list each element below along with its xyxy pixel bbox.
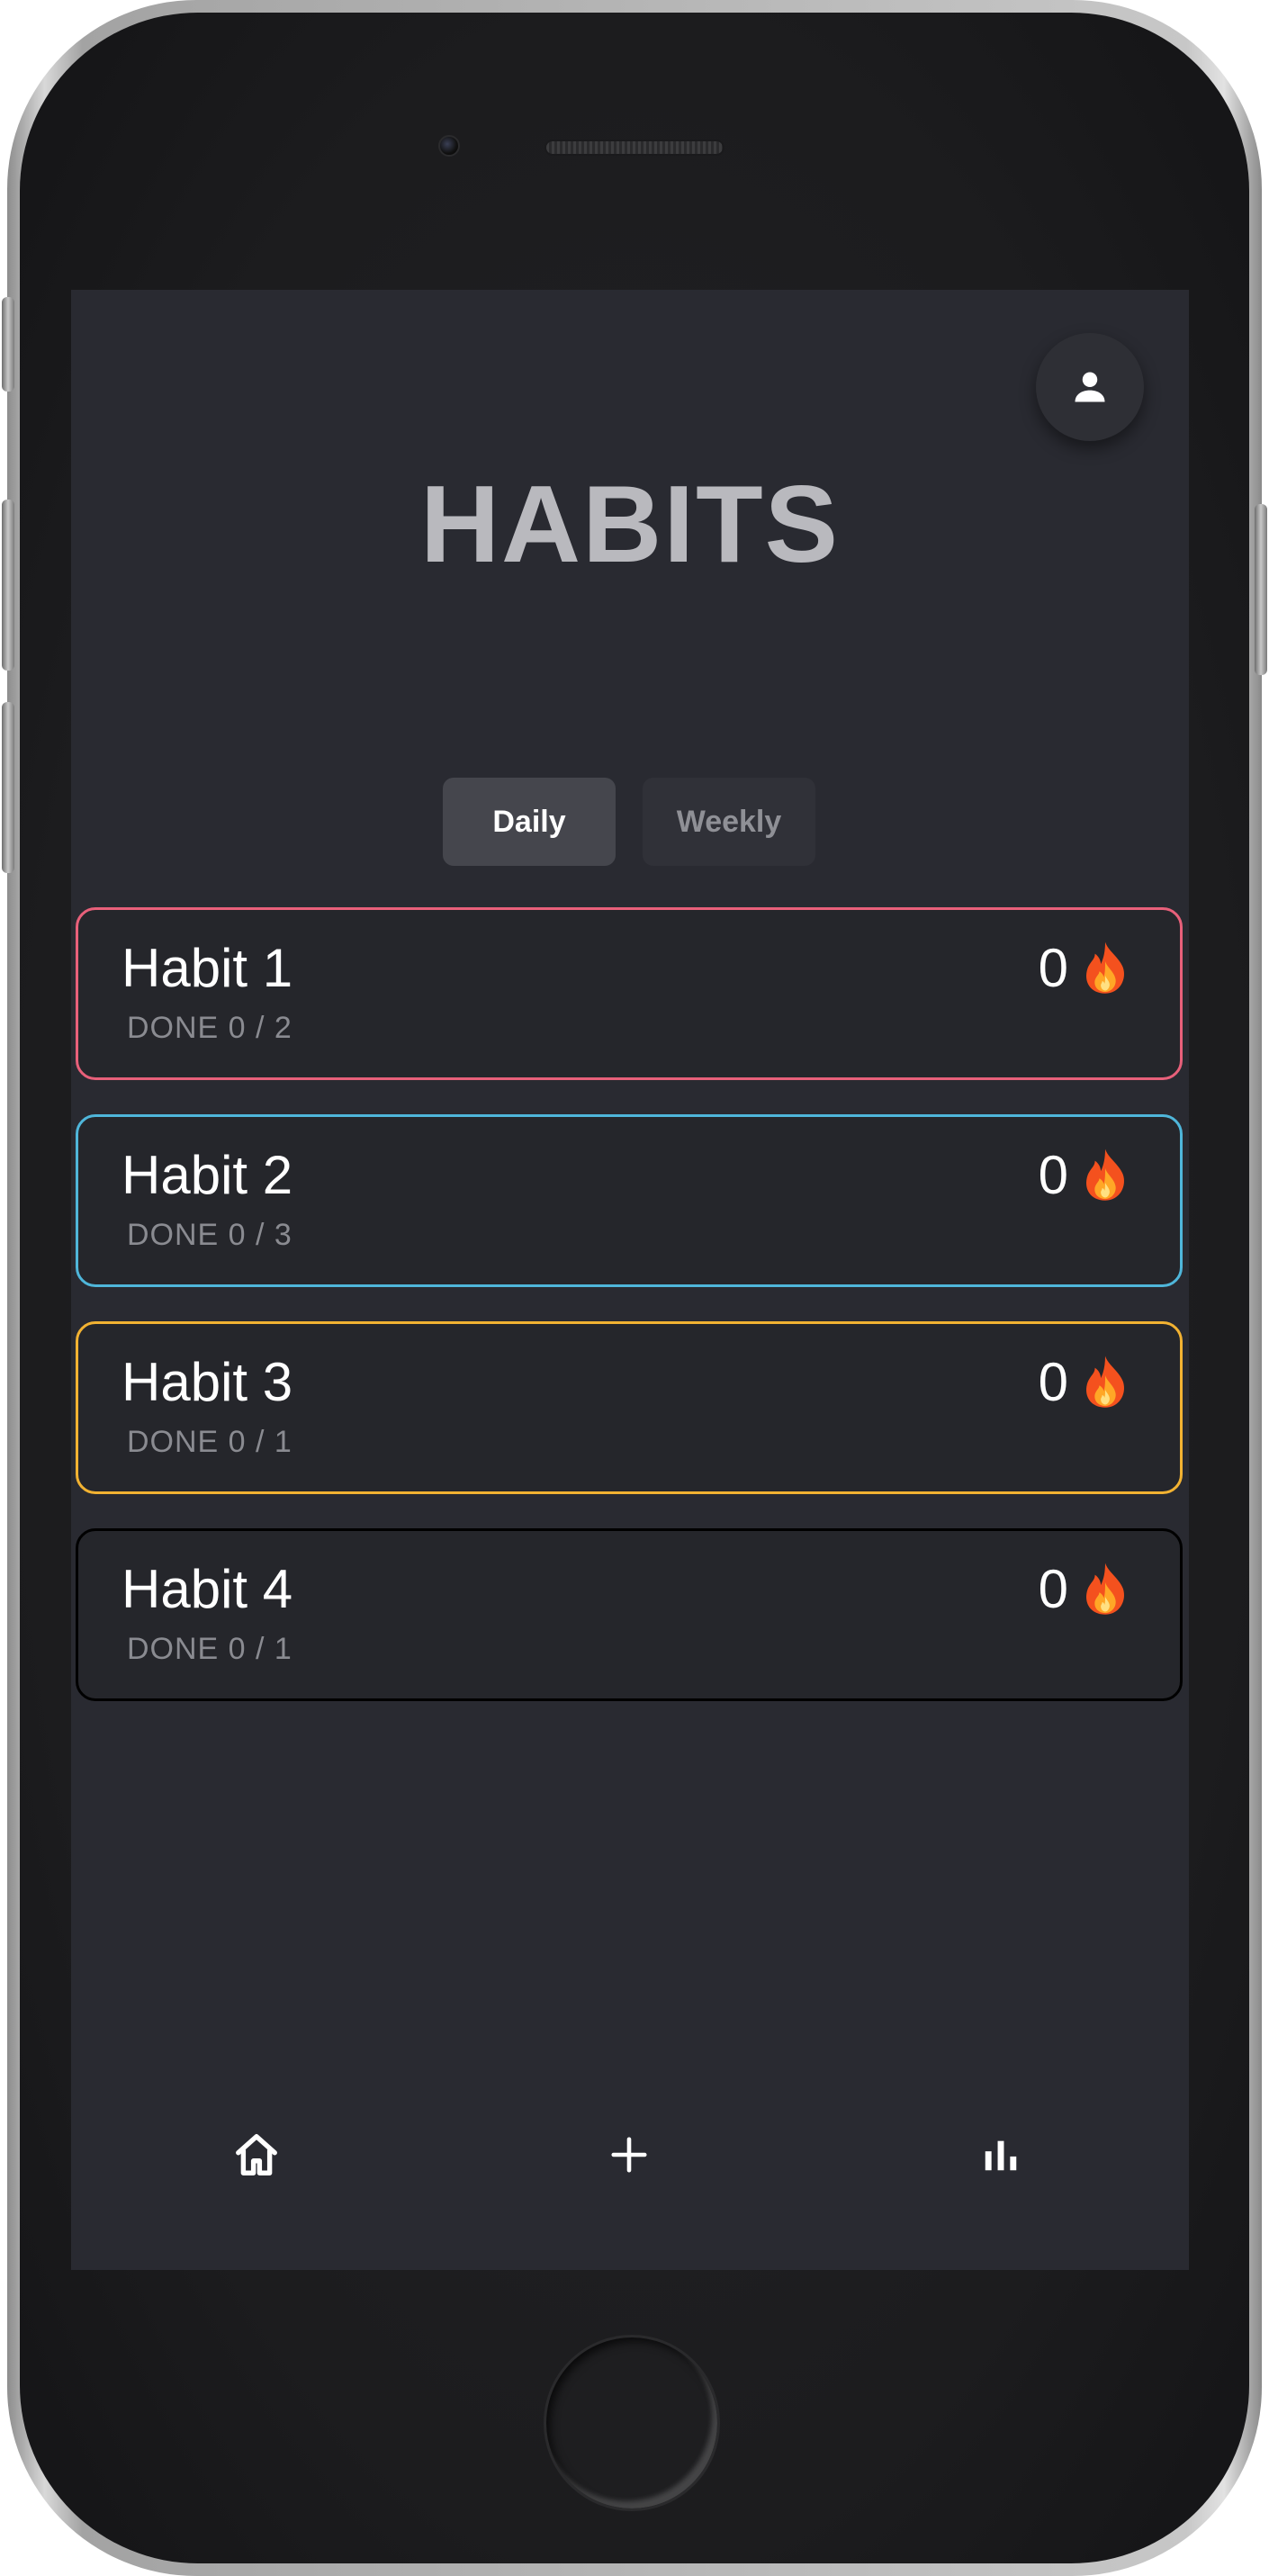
- habit-card[interactable]: Habit 4 DONE 0 / 1 0: [76, 1528, 1183, 1701]
- habit-name: Habit 4: [122, 1559, 293, 1619]
- page-title: HABITS: [419, 463, 841, 585]
- habit-streak: 0: [1039, 937, 1130, 999]
- silent-switch: [2, 297, 14, 392]
- app-screen: HABITS Daily Weekly Habit 1 DONE 0 / 2 0…: [71, 290, 1189, 2270]
- fire-icon: [1086, 1563, 1124, 1615]
- profile-button[interactable]: [1036, 333, 1144, 441]
- volume-up-button: [2, 500, 14, 671]
- habit-name: Habit 3: [122, 1352, 293, 1412]
- nav-stats-button[interactable]: [947, 2110, 1055, 2200]
- bar-chart-icon: [985, 2140, 1017, 2171]
- tab-weekly[interactable]: Weekly: [643, 778, 815, 866]
- habit-streak: 0: [1039, 1558, 1130, 1620]
- fire-icon: [1086, 1148, 1124, 1201]
- habit-progress: DONE 0 / 1: [127, 1425, 292, 1459]
- tab-daily[interactable]: Daily: [443, 778, 616, 866]
- habit-streak: 0: [1039, 1144, 1130, 1206]
- volume-down-button: [2, 702, 14, 873]
- fire-icon: [1086, 1356, 1124, 1408]
- nav-add-button[interactable]: [575, 2110, 683, 2200]
- habit-name: Habit 2: [122, 1145, 293, 1205]
- habit-card[interactable]: Habit 2 DONE 0 / 3 0: [76, 1114, 1183, 1287]
- habit-card[interactable]: Habit 3 DONE 0 / 1 0: [76, 1321, 1183, 1494]
- plus-icon: [611, 2137, 647, 2173]
- habit-name: Habit 1: [122, 938, 293, 998]
- habit-list: Habit 1 DONE 0 / 2 0 Habit 2 DONE 0 / 3 …: [76, 907, 1183, 1735]
- earpiece-speaker: [544, 140, 724, 156]
- home-icon: [236, 2134, 277, 2175]
- habit-progress: DONE 0 / 2: [127, 1011, 292, 1045]
- habit-streak: 0: [1039, 1351, 1130, 1413]
- period-toggle: Daily Weekly: [443, 778, 815, 866]
- front-camera: [438, 135, 460, 157]
- power-button: [1255, 504, 1267, 675]
- streak-count: 0: [1038, 1559, 1068, 1619]
- streak-count: 0: [1038, 938, 1068, 998]
- streak-count: 0: [1038, 1352, 1068, 1412]
- fire-icon: [1086, 941, 1124, 994]
- habit-card[interactable]: Habit 1 DONE 0 / 2 0: [76, 907, 1183, 1080]
- habit-progress: DONE 0 / 3: [127, 1218, 292, 1252]
- bottom-navigation: [71, 2134, 1189, 2270]
- habit-progress: DONE 0 / 1: [127, 1632, 292, 1666]
- nav-home-button[interactable]: [202, 2110, 310, 2200]
- person-icon: [1075, 372, 1105, 402]
- home-hardware-button[interactable]: [544, 2335, 720, 2511]
- streak-count: 0: [1038, 1145, 1068, 1205]
